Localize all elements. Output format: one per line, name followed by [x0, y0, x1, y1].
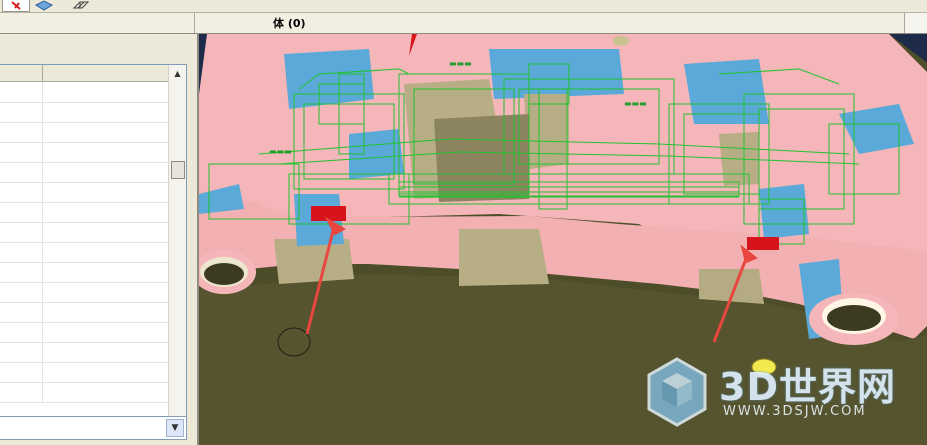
wire-label-2: ▬▬▬	[624, 99, 647, 108]
table-cell[interactable]	[0, 142, 43, 162]
table-row[interactable]	[0, 222, 168, 243]
table-cell[interactable]	[0, 162, 43, 182]
wire-label-1: ▬▬▬	[449, 59, 472, 68]
table-cell[interactable]	[0, 82, 43, 102]
cad-viewport[interactable]: ▬▬▬ ▬▬▬ ▬▬▬ 3D世界网 WWW.3DSJW.COM	[197, 34, 927, 445]
watermark: 3D世界网 WWW.3DSJW.COM	[645, 356, 915, 426]
table-cell[interactable]	[0, 382, 43, 402]
window-title-bar: 体 (0)	[0, 13, 927, 34]
chevron-down-icon[interactable]: ▼	[166, 419, 184, 437]
table-row[interactable]	[0, 242, 168, 263]
scroll-up-icon[interactable]: ▲	[169, 65, 186, 82]
table-cell[interactable]	[0, 182, 43, 202]
table-row[interactable]	[0, 322, 168, 343]
left-panel: ▲ ▼ ▼	[0, 34, 195, 445]
table-cell[interactable]	[0, 302, 43, 322]
vertical-scrollbar[interactable]: ▲ ▼	[168, 65, 186, 439]
table-cell[interactable]	[0, 342, 43, 362]
watermark-title: 3D世界网	[719, 365, 896, 409]
title-divider	[194, 13, 195, 33]
table-cell[interactable]	[0, 222, 43, 242]
table-row[interactable]	[0, 182, 168, 203]
red-marker-icon[interactable]	[2, 0, 30, 12]
table-row[interactable]	[0, 122, 168, 143]
table-row[interactable]	[0, 202, 168, 223]
table-row[interactable]	[0, 162, 168, 183]
table-cell[interactable]	[0, 102, 43, 122]
window-title: 体 (0)	[273, 17, 306, 30]
bottom-dropdown[interactable]: ▼	[0, 416, 187, 440]
table-row[interactable]	[0, 302, 168, 323]
table-row[interactable]	[0, 362, 168, 383]
table-header	[0, 65, 168, 82]
table-row[interactable]	[0, 102, 168, 123]
property-table: ▲ ▼	[0, 64, 187, 440]
close-button[interactable]	[904, 13, 927, 33]
table-cell[interactable]	[0, 282, 43, 302]
table-row[interactable]	[0, 142, 168, 163]
table-row[interactable]	[0, 342, 168, 363]
table-cell[interactable]	[0, 262, 43, 282]
top-toolbar	[0, 0, 927, 13]
column-header-1[interactable]	[0, 65, 43, 81]
scroll-thumb[interactable]	[171, 161, 185, 179]
table-cell[interactable]	[0, 242, 43, 262]
wire-label-3: ▬▬▬	[269, 147, 292, 156]
table-row[interactable]	[0, 82, 168, 103]
watermark-url: WWW.3DSJW.COM	[723, 404, 867, 419]
table-row[interactable]	[0, 382, 168, 403]
blue-cube-icon[interactable]	[30, 0, 56, 11]
wire-box-icon[interactable]	[66, 0, 92, 11]
table-cell[interactable]	[0, 362, 43, 382]
table-cell[interactable]	[0, 322, 43, 342]
table-cell[interactable]	[0, 122, 43, 142]
table-cell[interactable]	[0, 202, 43, 222]
table-row[interactable]	[0, 282, 168, 303]
table-row[interactable]	[0, 262, 168, 283]
